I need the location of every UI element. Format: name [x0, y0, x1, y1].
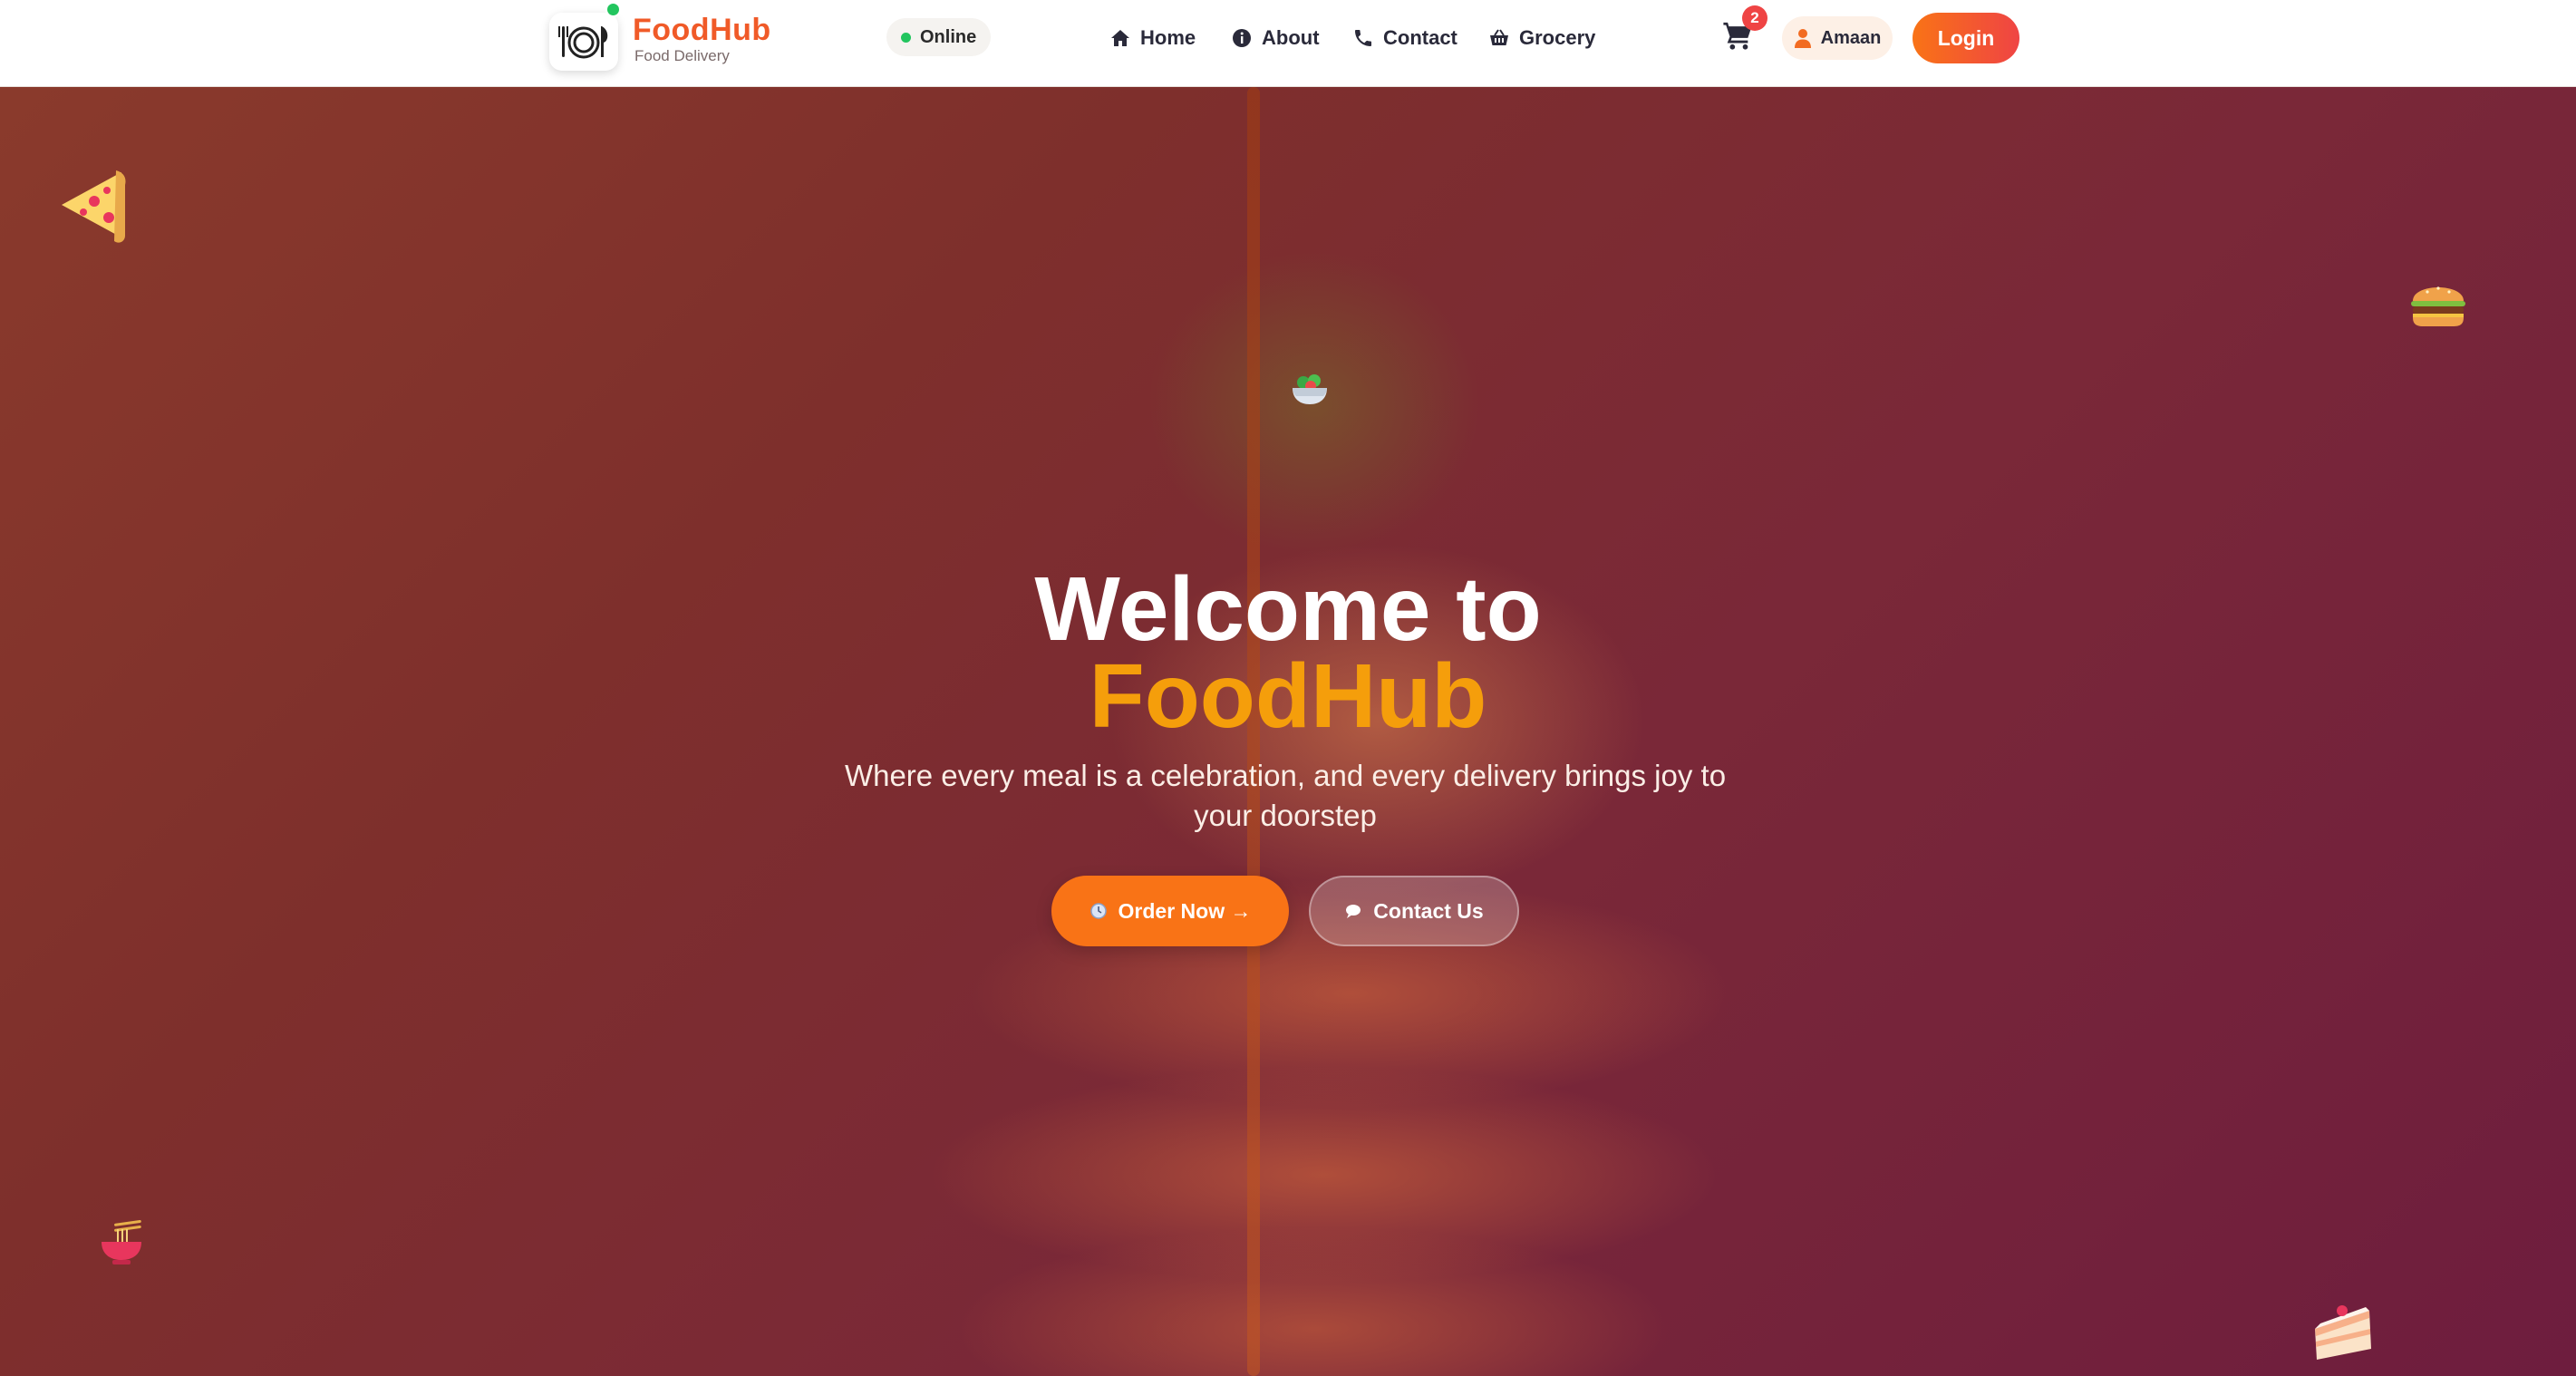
- brand-name: FoodHub: [633, 13, 771, 47]
- nav-grocery[interactable]: Grocery: [1488, 24, 1595, 53]
- nav-grocery-label: Grocery: [1519, 26, 1596, 49]
- hero-subtitle: Where every meal is a celebration, and e…: [844, 759, 1727, 832]
- user-profile-button[interactable]: Amaan: [1782, 16, 1893, 60]
- nav-home[interactable]: Home: [1109, 24, 1196, 53]
- logo[interactable]: [549, 13, 618, 71]
- clock-icon: [1089, 903, 1107, 919]
- speech-bubble-icon: [1346, 905, 1361, 918]
- order-now-label: Order Now →: [1118, 898, 1252, 923]
- login-button[interactable]: Login: [1913, 13, 2019, 63]
- user-name: Amaan: [1820, 27, 1882, 48]
- nav-contact-label: Contact: [1383, 26, 1457, 49]
- status-label: Online: [920, 26, 977, 47]
- cake-icon: [2315, 1305, 2371, 1360]
- nav-about[interactable]: About: [1231, 24, 1320, 53]
- salad-icon: [1293, 374, 1327, 404]
- phone-icon: [1355, 30, 1371, 46]
- hero-title-line1: Welcome to: [1034, 558, 1542, 660]
- order-now-button[interactable]: Order Now →: [1051, 876, 1289, 946]
- noodles-icon: [102, 1220, 141, 1265]
- online-indicator-dot: [605, 2, 621, 17]
- cart-count-badge: 2: [1742, 5, 1767, 31]
- pizza-icon: [62, 170, 126, 243]
- status-badge: Online: [886, 18, 992, 56]
- user-icon: [1794, 29, 1811, 48]
- info-icon: [1233, 29, 1251, 47]
- hero-section: Welcome to FoodHub Where every meal is a…: [0, 87, 2576, 1376]
- hero-title-line2: FoodHub: [1089, 645, 1487, 747]
- burger-icon: [2411, 286, 2465, 326]
- navbar: FoodHub Food Delivery Online Home About …: [0, 0, 2576, 87]
- nav-home-label: Home: [1140, 26, 1196, 49]
- nav-contact[interactable]: Contact: [1352, 24, 1457, 53]
- nav-about-label: About: [1262, 26, 1320, 49]
- contact-us-button[interactable]: Contact Us: [1309, 876, 1519, 946]
- basket-icon: [1490, 29, 1508, 45]
- home-icon: [1111, 30, 1129, 46]
- plate-cutlery-icon: [558, 26, 608, 59]
- contact-us-label: Contact Us: [1373, 898, 1484, 923]
- status-dot-icon: [901, 32, 911, 43]
- brand-tagline: Food Delivery: [634, 47, 730, 64]
